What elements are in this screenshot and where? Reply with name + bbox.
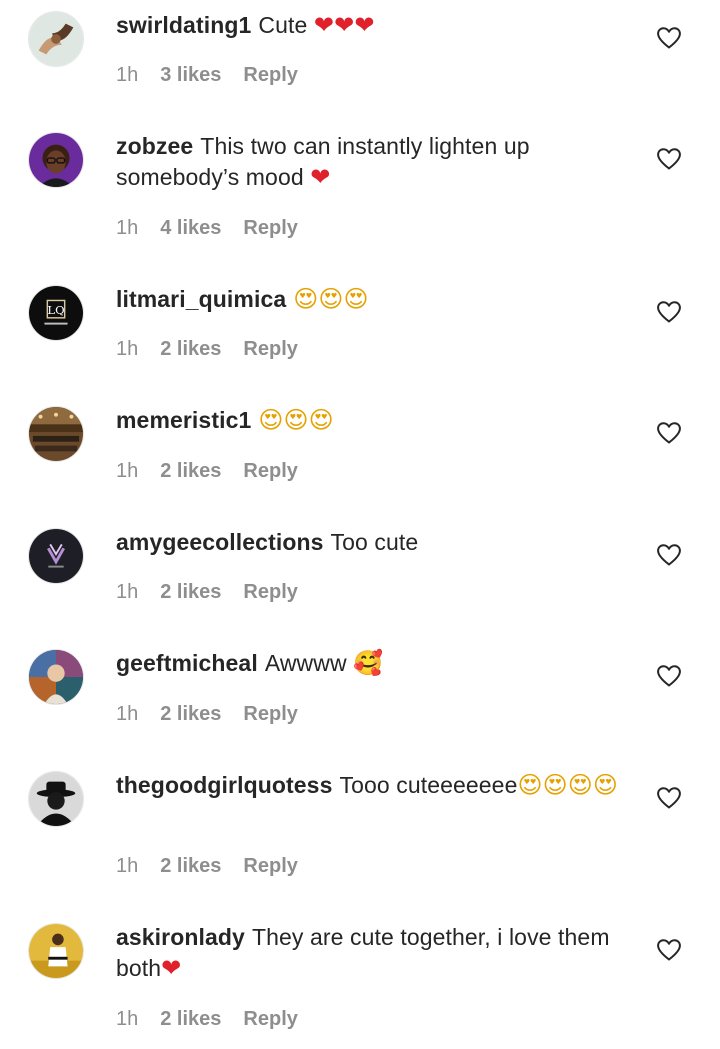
comment-username[interactable]: zobzee bbox=[116, 133, 193, 159]
comment-body: Tooo cuteeeeeee bbox=[339, 772, 518, 798]
comment-username[interactable]: thegoodgirlquotess bbox=[116, 772, 332, 798]
heart-emoji: ❤ bbox=[161, 954, 182, 982]
comment-time: 1h bbox=[116, 217, 139, 239]
comment-meta: 1h 2 likes Reply bbox=[116, 855, 298, 878]
collage-avatar[interactable] bbox=[28, 649, 84, 705]
heart-outline-icon[interactable] bbox=[656, 300, 682, 324]
heart-outline-icon[interactable] bbox=[656, 664, 682, 688]
reply-button[interactable]: Reply bbox=[243, 703, 297, 725]
heart-emoji: ❤ bbox=[310, 163, 331, 191]
comment-meta: 1h 2 likes Reply bbox=[116, 703, 298, 726]
reply-button[interactable]: Reply bbox=[243, 338, 297, 360]
comment-likes-count[interactable]: 2 likes bbox=[160, 581, 221, 603]
comment-text: amygeecollections Too cute bbox=[116, 527, 626, 558]
reply-button[interactable]: Reply bbox=[243, 1008, 297, 1030]
face-emoji: 😍 bbox=[542, 771, 568, 799]
comment-time: 1h bbox=[116, 64, 139, 86]
face-emoji: 😍 bbox=[517, 771, 543, 799]
comment-likes-count[interactable]: 4 likes bbox=[160, 217, 221, 239]
heart-outline-icon[interactable] bbox=[656, 938, 682, 962]
heart-outline-icon[interactable] bbox=[656, 421, 682, 445]
lq-logo-text: LQ bbox=[47, 303, 64, 317]
reply-button[interactable]: Reply bbox=[243, 581, 297, 603]
comment-username[interactable]: memeristic1 bbox=[116, 407, 251, 433]
reply-button[interactable]: Reply bbox=[243, 217, 297, 239]
comment-likes-count[interactable]: 2 likes bbox=[160, 338, 221, 360]
heart-emoji: ❤ bbox=[313, 11, 335, 39]
comment-likes-count[interactable]: 2 likes bbox=[160, 703, 221, 725]
comment-text: thegoodgirlquotess Tooo cuteeeeeee😍😍😍😍 bbox=[116, 770, 626, 801]
face-emoji: 😍 bbox=[567, 771, 593, 799]
hall-avatar[interactable] bbox=[28, 406, 84, 462]
heart-outline-icon[interactable] bbox=[656, 786, 682, 810]
comment-meta: 1h 2 likes Reply bbox=[116, 460, 298, 483]
silhouette-hat-avatar[interactable] bbox=[28, 771, 84, 827]
comment-username[interactable]: amygeecollections bbox=[116, 529, 324, 555]
reply-button[interactable]: Reply bbox=[243, 64, 297, 86]
comment-time: 1h bbox=[116, 460, 139, 482]
woman-glasses-avatar[interactable] bbox=[28, 132, 84, 188]
comment-time: 1h bbox=[116, 703, 139, 725]
reply-button[interactable]: Reply bbox=[243, 855, 297, 877]
holding-hands-avatar[interactable] bbox=[28, 11, 84, 67]
comment-meta: 1h 4 likes Reply bbox=[116, 217, 298, 240]
face-emoji: 😍 bbox=[308, 406, 334, 434]
comment-meta: 1h 2 likes Reply bbox=[116, 581, 298, 604]
comment-meta: 1h 2 likes Reply bbox=[116, 338, 298, 361]
heart-emoji: ❤ bbox=[354, 11, 375, 39]
comment-text: geeftmicheal Awwww 🥰 bbox=[116, 648, 626, 679]
comment-text: swirldating1 Cute ❤❤❤ bbox=[116, 10, 626, 41]
heart-outline-icon[interactable] bbox=[656, 26, 682, 50]
reply-button[interactable]: Reply bbox=[243, 460, 297, 482]
comment-likes-count[interactable]: 2 likes bbox=[160, 855, 221, 877]
comment-body: Awwww bbox=[264, 650, 354, 676]
comment-time: 1h bbox=[116, 581, 139, 603]
heart-outline-icon[interactable] bbox=[656, 147, 682, 171]
face-emoji: 😍 bbox=[283, 406, 309, 434]
comment-username[interactable]: swirldating1 bbox=[116, 12, 251, 38]
logo-dark-avatar[interactable] bbox=[28, 528, 84, 584]
comment-likes-count[interactable]: 2 likes bbox=[160, 460, 221, 482]
karate-avatar[interactable] bbox=[28, 923, 84, 979]
lq-logo-avatar[interactable]: LQ bbox=[28, 285, 84, 341]
face-emoji: 😍 bbox=[293, 285, 319, 313]
face-emoji: 😍 bbox=[343, 285, 369, 313]
face-emoji: 😍 bbox=[318, 285, 344, 313]
heart-emoji: ❤ bbox=[334, 11, 355, 39]
comment-body: Cute bbox=[258, 12, 314, 38]
comment-username[interactable]: litmari_quimica bbox=[116, 286, 286, 312]
comment-text: zobzee This two can instantly lighten up … bbox=[116, 131, 626, 193]
comment-text: askironlady They are cute together, i lov… bbox=[116, 922, 626, 984]
comment-username[interactable]: askironlady bbox=[116, 924, 245, 950]
comment-time: 1h bbox=[116, 1008, 139, 1030]
comment-text: litmari_quimica 😍😍😍 bbox=[116, 284, 626, 315]
comment-likes-count[interactable]: 3 likes bbox=[160, 64, 221, 86]
comment-meta: 1h 2 likes Reply bbox=[116, 1008, 298, 1031]
comment-likes-count[interactable]: 2 likes bbox=[160, 1008, 221, 1030]
comment-text: memeristic1 😍😍😍 bbox=[116, 405, 626, 436]
comment-time: 1h bbox=[116, 338, 139, 360]
heart-outline-icon[interactable] bbox=[656, 543, 682, 567]
face-emoji: 🥰 bbox=[353, 649, 384, 677]
comment-meta: 1h 3 likes Reply bbox=[116, 64, 298, 87]
face-emoji: 😍 bbox=[258, 406, 284, 434]
face-emoji: 😍 bbox=[592, 771, 618, 799]
comment-username[interactable]: geeftmicheal bbox=[116, 650, 258, 676]
comment-time: 1h bbox=[116, 855, 139, 877]
comment-body: Too cute bbox=[330, 529, 419, 555]
